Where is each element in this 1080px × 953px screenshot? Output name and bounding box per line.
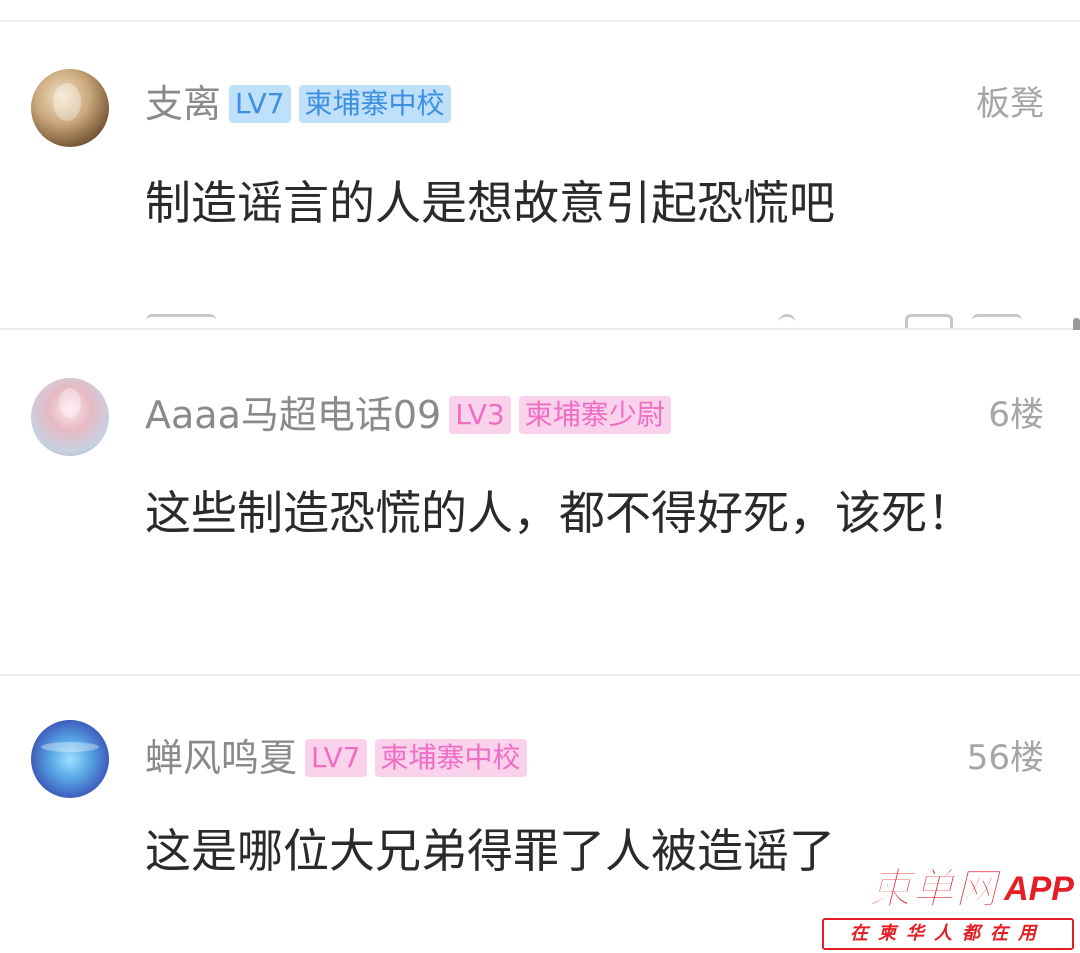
rank-badge: 柬埔寨中校 — [374, 739, 527, 777]
avatar[interactable] — [31, 378, 109, 456]
comment-item: Aaaa马超电话09 LV3 柬埔寨少尉 6楼 这些制造恐慌的人，都不得好死，该… — [0, 330, 1080, 674]
comment-header: 支离 LV7 柬埔寨中校 — [145, 82, 451, 126]
brand-logo: 柬单网 APP — [822, 864, 1074, 913]
comment-item: 支离 LV7 柬埔寨中校 板凳 制造谣言的人是想故意引起恐慌吧 — [0, 22, 1080, 328]
floor-label: 6楼 — [988, 395, 1044, 435]
brand-app-label: APP — [1004, 870, 1074, 908]
like-icon[interactable] — [972, 314, 1022, 328]
level-badge: LV7 — [229, 85, 291, 123]
floor-label: 56楼 — [966, 738, 1044, 778]
comment-text: 制造谣言的人是想故意引起恐慌吧 — [145, 176, 835, 230]
level-badge: LV3 — [449, 396, 511, 434]
brand-slogan: 在柬华人都在用 — [822, 918, 1074, 950]
avatar[interactable] — [31, 69, 109, 147]
rank-badge: 柬埔寨少尉 — [518, 396, 671, 434]
brand-watermark: 柬单网 APP 在柬华人都在用 — [822, 864, 1074, 950]
share-icon[interactable] — [778, 314, 796, 328]
comment-icon[interactable] — [905, 314, 953, 328]
previous-content-edge — [0, 0, 1080, 22]
username[interactable]: 蝉风鸣夏 — [145, 736, 297, 780]
level-badge: LV7 — [305, 739, 367, 777]
reply-icon[interactable] — [146, 314, 216, 328]
username[interactable]: 支离 — [145, 82, 221, 126]
comment-actions — [0, 310, 1080, 328]
rank-badge: 柬埔寨中校 — [298, 85, 451, 123]
brand-name: 柬单网 — [869, 864, 999, 913]
floor-label: 板凳 — [976, 84, 1044, 124]
comment-header: Aaaa马超电话09 LV3 柬埔寨少尉 — [145, 393, 671, 437]
comment-text: 这些制造恐慌的人，都不得好死，该死！ — [145, 486, 973, 540]
avatar[interactable] — [31, 720, 109, 798]
username[interactable]: Aaaa马超电话09 — [145, 393, 441, 437]
comment-header: 蝉风鸣夏 LV7 柬埔寨中校 — [145, 736, 527, 780]
